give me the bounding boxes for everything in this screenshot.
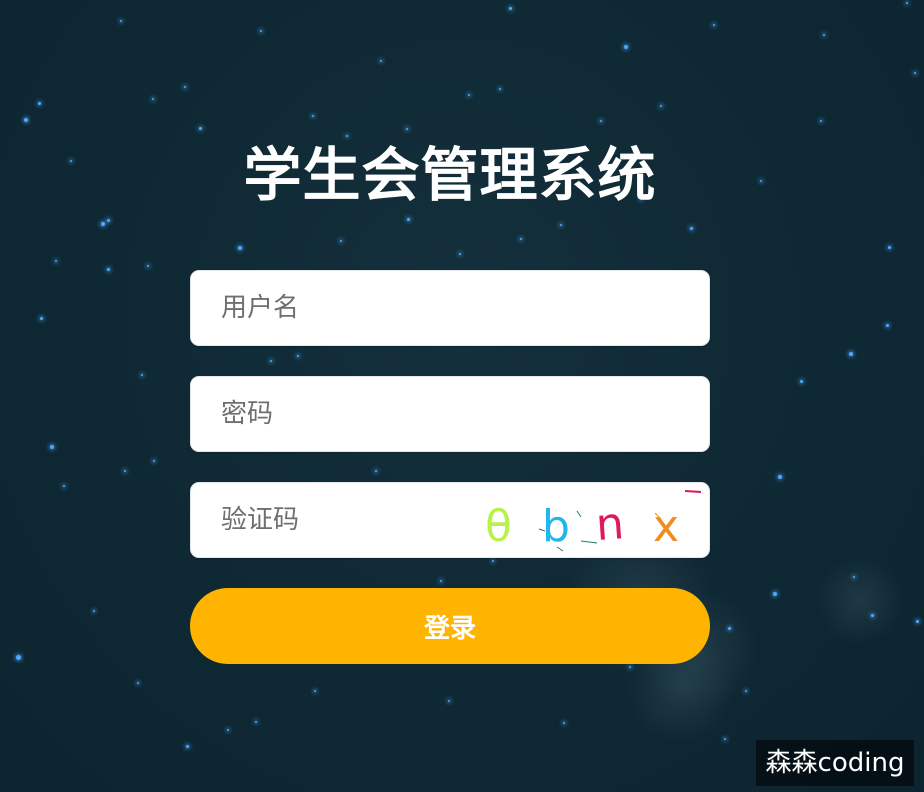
captcha-image[interactable]: θbnx <box>467 485 707 555</box>
star-dot <box>690 227 693 230</box>
star-dot <box>820 120 822 122</box>
star-dot <box>468 94 470 96</box>
star-dot <box>24 118 28 122</box>
star-dot <box>800 380 803 383</box>
star-dot <box>440 580 442 582</box>
password-input[interactable] <box>191 377 709 451</box>
page-title: 学生会管理系统 <box>243 141 657 209</box>
star-dot <box>101 222 105 226</box>
watermark-label: 森森coding <box>756 740 914 786</box>
star-dot <box>629 666 631 668</box>
star-dot <box>147 265 149 267</box>
star-dot <box>713 24 715 26</box>
password-field-wrapper <box>190 376 710 452</box>
star-dot <box>270 360 272 362</box>
login-button[interactable]: 登录 <box>190 588 710 664</box>
star-dot <box>152 98 154 100</box>
captcha-char: n <box>594 498 625 551</box>
star-dot <box>107 219 110 222</box>
star-dot <box>63 485 65 487</box>
star-dot <box>153 460 155 462</box>
star-dot <box>55 260 57 262</box>
star-dot <box>853 576 855 578</box>
captcha-char: θ <box>485 501 512 552</box>
captcha-char: b <box>542 501 570 552</box>
star-dot <box>137 682 139 684</box>
star-dot <box>849 352 853 356</box>
captcha-field-wrapper: θbnx <box>190 482 710 558</box>
star-dot <box>375 470 377 472</box>
star-dot <box>107 268 110 271</box>
captcha-noise-line <box>580 540 598 544</box>
star-dot <box>186 745 189 748</box>
star-dot <box>520 238 522 240</box>
star-dot <box>459 253 461 255</box>
star-dot <box>255 721 257 723</box>
star-dot <box>184 86 186 88</box>
star-dot <box>50 445 54 449</box>
star-dot <box>314 690 316 692</box>
star-dot <box>823 34 825 36</box>
star-dot <box>888 246 891 249</box>
username-input[interactable] <box>191 271 709 345</box>
star-dot <box>16 655 21 660</box>
star-dot <box>778 475 782 479</box>
captcha-char: x <box>653 501 679 552</box>
star-dot <box>560 224 562 226</box>
star-dot <box>340 240 342 242</box>
star-dot <box>773 592 777 596</box>
star-dot <box>871 614 874 617</box>
star-dot <box>563 722 565 724</box>
star-dot <box>227 729 229 731</box>
star-dot <box>728 627 731 630</box>
captcha-noise-line <box>576 510 582 518</box>
star-dot <box>407 218 410 221</box>
captcha-noise-line <box>684 490 702 493</box>
star-dot <box>141 374 143 376</box>
star-dot <box>624 45 628 49</box>
star-dot <box>492 560 494 562</box>
star-dot <box>660 105 662 107</box>
star-dot <box>886 324 889 327</box>
captcha-input[interactable] <box>191 483 461 557</box>
star-dot <box>260 30 262 32</box>
star-dot <box>745 690 747 692</box>
star-dot <box>916 620 919 623</box>
star-dot <box>312 115 314 117</box>
background-glow <box>815 555 905 645</box>
star-dot <box>380 60 382 62</box>
star-dot <box>40 317 43 320</box>
star-dot <box>499 88 501 90</box>
username-field-wrapper <box>190 270 710 346</box>
star-dot <box>914 72 916 74</box>
star-dot <box>906 2 908 4</box>
star-dot <box>238 246 242 250</box>
star-dot <box>93 610 95 612</box>
star-dot <box>120 20 122 22</box>
star-dot <box>448 700 450 702</box>
star-dot <box>38 102 41 105</box>
star-dot <box>509 7 512 10</box>
star-dot <box>600 120 602 122</box>
star-dot <box>124 470 126 472</box>
star-dot <box>297 355 299 357</box>
star-dot <box>724 738 726 740</box>
